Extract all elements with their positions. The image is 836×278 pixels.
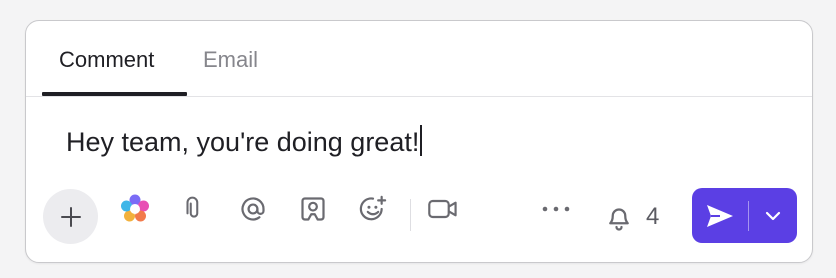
- clip-image-icon: [301, 197, 325, 221]
- toolbar-divider: [410, 199, 411, 231]
- ai-button[interactable]: [115, 189, 155, 229]
- send-button[interactable]: [692, 188, 748, 243]
- notify-button[interactable]: 4: [604, 197, 659, 237]
- tab-comment[interactable]: Comment: [59, 47, 154, 73]
- comment-text: Hey team, you're doing great!: [66, 127, 420, 157]
- send-icon: [707, 204, 733, 227]
- video-button[interactable]: [423, 189, 463, 229]
- paperclip-icon: [186, 196, 199, 218]
- composer-tabs: Comment Email: [26, 21, 812, 97]
- bell-icon: [609, 208, 629, 231]
- clip-button[interactable]: [293, 189, 333, 229]
- chevron-down-icon: [765, 211, 781, 220]
- more-icon: [542, 206, 570, 212]
- more-button[interactable]: [536, 189, 576, 229]
- comment-editor[interactable]: Hey team, you're doing great!: [66, 125, 423, 159]
- active-tab-indicator: [42, 92, 187, 96]
- tab-email[interactable]: Email: [203, 47, 258, 73]
- mention-button[interactable]: [233, 189, 273, 229]
- text-caret: [420, 125, 423, 156]
- ai-sparkle-icon: [121, 194, 149, 222]
- emoji-add-icon: [359, 195, 387, 221]
- plus-icon: [60, 206, 81, 227]
- comment-composer: Comment Email Hey team, you're doing gre…: [25, 20, 813, 263]
- add-button[interactable]: [43, 189, 98, 244]
- notify-count: 4: [646, 203, 660, 230]
- at-mention-icon: [241, 197, 265, 221]
- send-button-group: [692, 188, 797, 243]
- video-icon: [428, 199, 457, 219]
- attach-button[interactable]: [174, 189, 214, 229]
- emoji-button[interactable]: [353, 189, 393, 229]
- send-options-button[interactable]: [749, 188, 797, 243]
